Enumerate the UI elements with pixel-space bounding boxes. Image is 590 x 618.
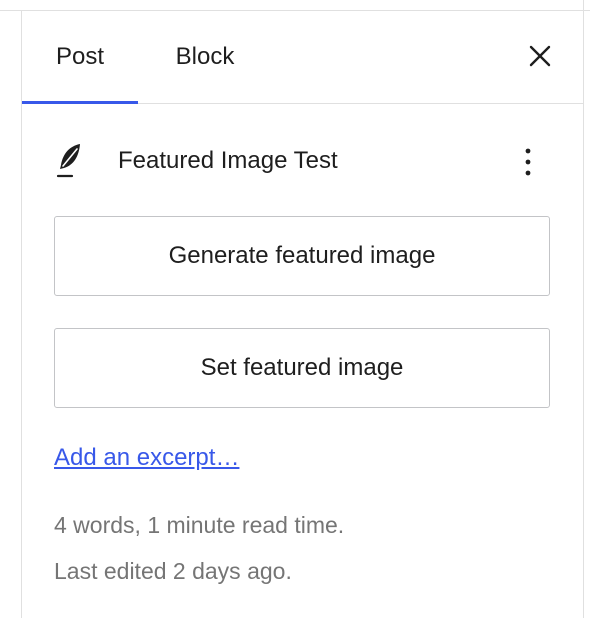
last-edited-text: Last edited 2 days ago. bbox=[54, 558, 292, 584]
sidebar-panel: Post Block Featured Image Test Generate … bbox=[0, 0, 590, 618]
top-divider bbox=[0, 0, 590, 11]
close-icon bbox=[529, 45, 551, 67]
add-excerpt-link[interactable]: Add an excerpt… bbox=[54, 444, 239, 472]
post-title: Featured Image Test bbox=[118, 147, 338, 174]
more-vertical-icon bbox=[525, 147, 531, 177]
post-summary-header: Featured Image Test bbox=[54, 138, 550, 184]
feather-icon bbox=[54, 141, 84, 181]
close-button[interactable] bbox=[523, 39, 557, 73]
tab-block[interactable]: Block bbox=[150, 11, 260, 103]
tab-post[interactable]: Post bbox=[22, 11, 138, 104]
word-count-text: 4 words, 1 minute read time. bbox=[54, 512, 345, 538]
sidebar-tabs: Post Block bbox=[22, 11, 583, 104]
set-featured-image-button[interactable]: Set featured image bbox=[54, 328, 550, 408]
right-divider bbox=[583, 0, 584, 618]
generate-featured-image-button[interactable]: Generate featured image bbox=[54, 216, 550, 296]
more-options-button[interactable] bbox=[516, 142, 540, 182]
